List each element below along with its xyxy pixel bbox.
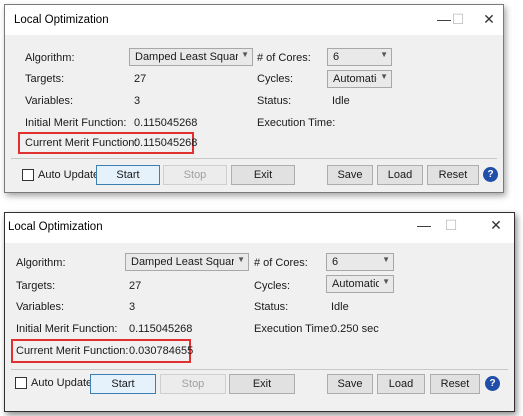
execution-time-label: Execution Time: <box>257 117 336 129</box>
current-merit-function-label: Current Merit Function: <box>25 137 138 149</box>
variables-label: Variables: <box>16 301 65 313</box>
chevron-down-icon: ▼ <box>382 277 390 286</box>
local-optimization-window-after: Local Optimization — ☐ ✕ Algorithm: Damp… <box>4 212 515 412</box>
targets-value: 27 <box>129 280 142 292</box>
cycles-label: Cycles: <box>257 73 294 85</box>
cores-dropdown[interactable]: 6 ▼ <box>327 48 392 66</box>
stop-button[interactable]: Stop <box>160 374 226 394</box>
save-button[interactable]: Save <box>327 165 373 185</box>
status-value: Idle <box>332 95 350 107</box>
auto-update-checkbox[interactable] <box>22 169 34 181</box>
status-value: Idle <box>331 301 349 313</box>
chevron-down-icon: ▼ <box>382 255 390 264</box>
variables-label: Variables: <box>25 95 74 107</box>
minimize-icon[interactable]: — <box>410 214 438 236</box>
start-button[interactable]: Start <box>96 165 160 185</box>
algorithm-dropdown[interactable]: Damped Least Squares ▼ <box>129 48 253 66</box>
current-merit-function-value: 0.115045268 <box>134 137 198 149</box>
load-button[interactable]: Load <box>377 374 425 394</box>
window-title: Local Optimization <box>14 14 109 26</box>
cores-dropdown[interactable]: 6 ▼ <box>326 253 394 271</box>
local-optimization-window-before: Local Optimization — ☐ ✕ Algorithm: Damp… <box>4 4 504 193</box>
divider <box>11 158 497 159</box>
cycles-value: Automatic <box>333 73 377 85</box>
cores-value: 6 <box>333 51 340 63</box>
status-label: Status: <box>254 301 289 313</box>
help-icon[interactable]: ? <box>483 167 498 182</box>
exit-button[interactable]: Exit <box>229 374 295 394</box>
cores-value: 6 <box>332 256 339 268</box>
algorithm-label: Algorithm: <box>25 52 75 64</box>
cycles-dropdown[interactable]: Automatic ▼ <box>326 275 394 293</box>
algorithm-value: Damped Least Squares <box>135 51 238 63</box>
close-icon[interactable]: ✕ <box>475 8 503 30</box>
targets-value: 27 <box>134 73 147 85</box>
execution-time-value: 0.250 sec <box>331 323 379 335</box>
close-icon[interactable]: ✕ <box>482 214 510 236</box>
targets-label: Targets: <box>16 280 56 292</box>
chevron-down-icon: ▼ <box>237 255 245 264</box>
cores-label: # of Cores: <box>257 52 311 64</box>
variables-value: 3 <box>134 95 141 107</box>
window-title: Local Optimization <box>8 221 103 233</box>
maximize-icon: ☐ <box>451 11 465 27</box>
help-icon[interactable]: ? <box>485 376 500 391</box>
chevron-down-icon: ▼ <box>380 50 388 59</box>
status-label: Status: <box>257 95 292 107</box>
chevron-down-icon: ▼ <box>241 50 249 59</box>
current-merit-function-value: 0.030784655 <box>129 345 194 357</box>
load-button[interactable]: Load <box>377 165 423 185</box>
stop-button[interactable]: Stop <box>163 165 227 185</box>
save-button[interactable]: Save <box>327 374 373 394</box>
start-button[interactable]: Start <box>90 374 156 394</box>
algorithm-dropdown[interactable]: Damped Least Squares ▼ <box>125 253 249 271</box>
execution-time-label: Execution Time: <box>254 323 333 335</box>
variables-value: 3 <box>129 301 136 313</box>
chevron-down-icon: ▼ <box>380 72 388 81</box>
exit-button[interactable]: Exit <box>231 165 295 185</box>
targets-label: Targets: <box>25 73 65 85</box>
initial-merit-function-label: Initial Merit Function: <box>25 117 127 129</box>
title-bar: Local Optimization — ☐ ✕ <box>5 213 514 243</box>
algorithm-label: Algorithm: <box>16 257 66 269</box>
current-merit-function-label: Current Merit Function: <box>16 345 129 357</box>
cycles-dropdown[interactable]: Automatic ▼ <box>327 70 392 88</box>
reset-button[interactable]: Reset <box>430 374 480 394</box>
algorithm-value: Damped Least Squares <box>131 256 234 268</box>
cycles-label: Cycles: <box>254 280 291 292</box>
auto-update-label: Auto Update <box>31 377 93 389</box>
reset-button[interactable]: Reset <box>427 165 479 185</box>
auto-update-label: Auto Update <box>38 169 100 181</box>
title-bar: Local Optimization — ☐ ✕ <box>5 5 503 35</box>
cycles-value: Automatic <box>332 278 379 290</box>
divider <box>11 369 508 370</box>
auto-update-checkbox[interactable] <box>15 377 27 389</box>
initial-merit-function-value: 0.115045268 <box>134 117 198 129</box>
initial-merit-function-value: 0.115045268 <box>129 323 193 335</box>
maximize-icon: ☐ <box>444 217 458 233</box>
cores-label: # of Cores: <box>254 257 308 269</box>
initial-merit-function-label: Initial Merit Function: <box>16 323 118 335</box>
